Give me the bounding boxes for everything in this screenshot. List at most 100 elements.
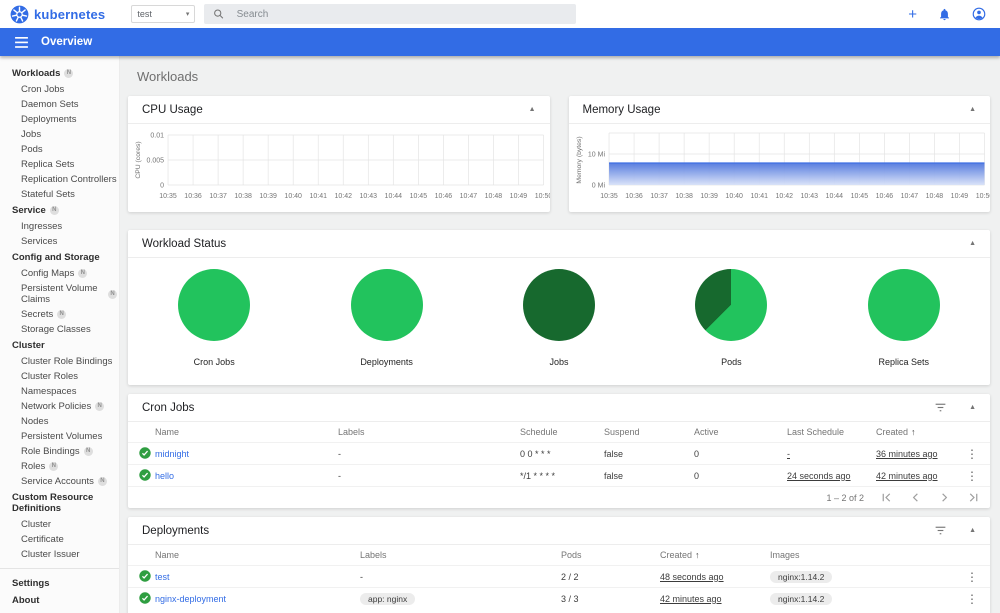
user-account-icon[interactable]: [972, 7, 986, 21]
namespaced-badge: N: [83, 447, 93, 456]
next-page-button[interactable]: [938, 491, 951, 504]
column-header-last-schedule[interactable]: Last Schedule: [787, 427, 844, 437]
layout: Workloads N Cron Jobs Daemon Sets Deployment…: [0, 56, 1000, 613]
sidebar-item-daemon-sets[interactable]: Daemon Sets: [0, 97, 119, 112]
sidebar-item-cron-jobs[interactable]: Cron Jobs: [0, 82, 119, 97]
sidebar-nav: Workloads N Cron Jobs Daemon Sets Deployment…: [0, 56, 120, 613]
filter-icon[interactable]: [934, 401, 947, 414]
sidebar-item-pods[interactable]: Pods: [0, 142, 119, 157]
sidebar-section-label: Service: [12, 205, 46, 216]
row-name-link[interactable]: midnight: [155, 449, 189, 459]
collapse-icon[interactable]: ▲: [529, 106, 536, 113]
sidebar-item-certificate[interactable]: Certificate: [0, 532, 119, 547]
row-actions-kebab-button[interactable]: ⋮: [966, 571, 978, 583]
sidebar-section-label: Config and Storage: [12, 252, 100, 263]
sidebar-item-label: Services: [21, 236, 58, 247]
svg-text:10:36: 10:36: [184, 193, 202, 200]
sidebar-item-nodes[interactable]: Nodes: [0, 414, 119, 429]
filter-icon[interactable]: [934, 524, 947, 537]
cron-jobs-table: Name Labels Schedule Suspend Active Last Sche…: [128, 422, 990, 486]
sidebar-item-replica-sets[interactable]: Replica Sets: [0, 157, 119, 172]
sidebar-section-config-and-storage[interactable]: Config and Storage: [0, 249, 119, 266]
previous-page-button[interactable]: [909, 491, 922, 504]
sidebar-item-deployments[interactable]: Deployments: [0, 112, 119, 127]
sidebar-item-namespaces[interactable]: Namespaces: [0, 384, 119, 399]
column-header-images[interactable]: Images: [770, 550, 800, 560]
status-ok-icon: [139, 591, 151, 604]
svg-text:10:47: 10:47: [900, 193, 918, 200]
cell-labels: app: nginx: [360, 592, 416, 605]
cell-created: 48 seconds ago: [660, 571, 724, 582]
column-header-labels[interactable]: Labels: [338, 427, 365, 437]
sidebar-item-label: Service Accounts: [21, 476, 94, 487]
column-header-labels[interactable]: Labels: [360, 550, 387, 560]
search-input[interactable]: [234, 7, 568, 21]
sidebar-section-custom-resource-definitions[interactable]: Custom Resource Definitions: [0, 489, 119, 517]
column-header-active[interactable]: Active: [694, 427, 719, 437]
svg-text:10:41: 10:41: [750, 193, 768, 200]
sidebar-item-network-policies[interactable]: Network Policies N: [0, 399, 119, 414]
row-name-link[interactable]: nginx-deployment: [155, 594, 226, 604]
column-header-pods[interactable]: Pods: [561, 550, 582, 560]
sidebar-section-service[interactable]: Service N: [0, 202, 119, 219]
sidebar-item-roles[interactable]: Roles N: [0, 459, 119, 474]
column-header-created[interactable]: Created: [876, 427, 908, 437]
sidebar-item-services[interactable]: Services: [0, 234, 119, 249]
sidebar-item-cluster-issuer[interactable]: Cluster Issuer: [0, 547, 119, 562]
sidebar-item-settings[interactable]: Settings: [0, 575, 119, 592]
sidebar-item-label: Role Bindings: [21, 446, 80, 457]
svg-text:10:47: 10:47: [460, 193, 478, 200]
sidebar-item-persistent-volumes[interactable]: Persistent Volumes: [0, 429, 119, 444]
sidebar-section-workloads[interactable]: Workloads N: [0, 65, 119, 82]
column-header-name[interactable]: Name: [155, 427, 179, 437]
cell-pods: 3 / 3: [561, 593, 579, 604]
sidebar-item-cluster[interactable]: Cluster: [0, 517, 119, 532]
sidebar-section-cluster[interactable]: Cluster: [0, 337, 119, 354]
column-header-suspend[interactable]: Suspend: [604, 427, 640, 437]
sidebar-item-cluster-role-bindings[interactable]: Cluster Role Bindings: [0, 354, 119, 369]
collapse-icon[interactable]: ▲: [969, 106, 976, 113]
sidebar-section-label: Workloads: [12, 68, 61, 79]
svg-text:10:49: 10:49: [950, 193, 968, 200]
create-resource-button[interactable]: +: [908, 7, 917, 22]
sidebar-item-replication-controllers[interactable]: Replication Controllers: [0, 172, 119, 187]
row-actions-kebab-button[interactable]: ⋮: [966, 470, 978, 482]
namespaced-badge: N: [64, 69, 74, 78]
sidebar-item-stateful-sets[interactable]: Stateful Sets: [0, 187, 119, 202]
namespaced-badge: N: [49, 462, 59, 471]
sidebar-item-label: Persistent Volume Claims: [21, 283, 98, 305]
hamburger-menu-icon[interactable]: [15, 36, 28, 48]
sidebar-item-cluster-roles[interactable]: Cluster Roles: [0, 369, 119, 384]
kubernetes-logo-link[interactable]: kubernetes: [10, 5, 105, 24]
row-name-link[interactable]: hello: [155, 471, 174, 481]
collapse-icon[interactable]: ▲: [969, 527, 976, 534]
last-page-button[interactable]: [967, 491, 980, 504]
main-content: Workloads CPU Usage ▲ 10:35 10:36 10:37 10:…: [120, 56, 1000, 613]
sidebar-item-role-bindings[interactable]: Role Bindings N: [0, 444, 119, 459]
cell-created: 42 minutes ago: [876, 470, 938, 481]
sidebar-item-about[interactable]: About: [0, 592, 119, 609]
namespace-selector[interactable]: test ▾: [131, 5, 196, 23]
notifications-bell-icon[interactable]: [938, 8, 951, 21]
column-header-created[interactable]: Created: [660, 550, 692, 560]
sidebar-item-persistent-volume-claims[interactable]: Persistent Volume Claims N: [0, 281, 119, 307]
kubernetes-logo-icon: [10, 5, 29, 23]
row-name-link[interactable]: test: [155, 572, 170, 582]
row-actions-kebab-button[interactable]: ⋮: [966, 448, 978, 460]
column-header-name[interactable]: Name: [155, 550, 179, 560]
sidebar-item-service-accounts[interactable]: Service Accounts N: [0, 474, 119, 489]
sidebar-item-storage-classes[interactable]: Storage Classes: [0, 322, 119, 337]
sidebar-item-config-maps[interactable]: Config Maps N: [0, 266, 119, 281]
namespaced-badge: N: [97, 477, 107, 486]
sidebar-item-jobs[interactable]: Jobs: [0, 127, 119, 142]
sidebar-item-label: Certificate: [21, 534, 64, 545]
collapse-icon[interactable]: ▲: [969, 404, 976, 411]
sidebar-item-ingresses[interactable]: Ingresses: [0, 219, 119, 234]
row-actions-kebab-button[interactable]: ⋮: [966, 593, 978, 605]
cell-schedule: */1 * * * *: [520, 470, 556, 481]
collapse-icon[interactable]: ▲: [969, 240, 976, 247]
column-header-schedule[interactable]: Schedule: [520, 427, 558, 437]
sidebar-item-secrets[interactable]: Secrets N: [0, 307, 119, 322]
svg-text:10:41: 10:41: [309, 193, 327, 200]
first-page-button[interactable]: [880, 491, 893, 504]
